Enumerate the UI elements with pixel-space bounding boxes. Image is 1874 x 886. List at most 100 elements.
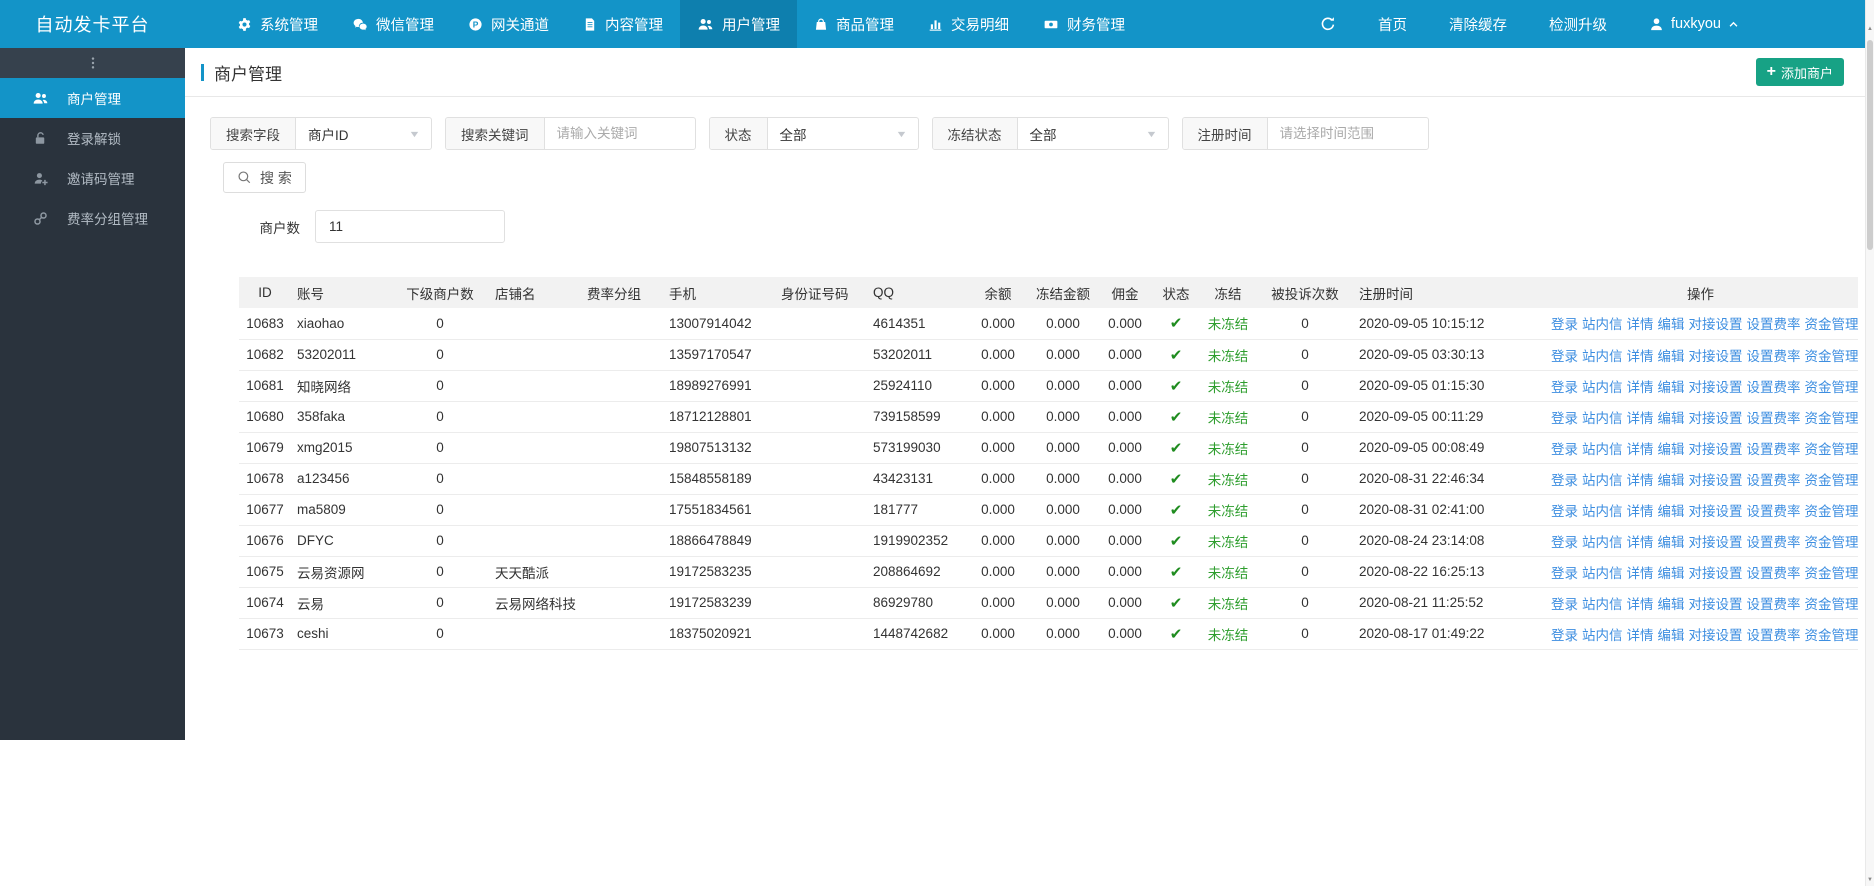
action-site-message[interactable]: 站内信 (1582, 597, 1623, 612)
freeze-status-link[interactable]: 未冻结 (1208, 442, 1249, 457)
vertical-scrollbar[interactable]: ▲ ▼ (1865, 0, 1874, 886)
sidebar-item-invite-code-management[interactable]: 邀请码管理 (0, 158, 185, 198)
scrollbar-up-icon[interactable]: ▲ (1866, 26, 1874, 32)
action-api-settings[interactable]: 对接设置 (1689, 442, 1743, 457)
action-edit[interactable]: 编辑 (1658, 504, 1685, 519)
action-funds-management[interactable]: 资金管理 (1805, 473, 1859, 488)
action-api-settings[interactable]: 对接设置 (1689, 473, 1743, 488)
action-login[interactable]: 登录 (1551, 566, 1578, 581)
action-edit[interactable]: 编辑 (1658, 535, 1685, 550)
freeze-status-link[interactable]: 未冻结 (1208, 380, 1249, 395)
scrollbar-down-icon[interactable]: ▼ (1866, 877, 1874, 883)
action-funds-management[interactable]: 资金管理 (1805, 597, 1859, 612)
action-site-message[interactable]: 站内信 (1582, 380, 1623, 395)
action-set-rate[interactable]: 设置费率 (1747, 504, 1801, 519)
register-time-input[interactable] (1267, 118, 1428, 149)
action-funds-management[interactable]: 资金管理 (1805, 628, 1859, 643)
action-api-settings[interactable]: 对接设置 (1689, 597, 1743, 612)
action-api-settings[interactable]: 对接设置 (1689, 380, 1743, 395)
freeze-status-link[interactable]: 未冻结 (1208, 504, 1249, 519)
sidebar-item-merchant-management[interactable]: 商户管理 (0, 78, 185, 118)
action-edit[interactable]: 编辑 (1658, 566, 1685, 581)
nav-link-check-upgrade[interactable]: 检测升级 (1549, 14, 1607, 35)
action-set-rate[interactable]: 设置费率 (1747, 473, 1801, 488)
action-detail[interactable]: 详情 (1627, 504, 1654, 519)
action-api-settings[interactable]: 对接设置 (1689, 535, 1743, 550)
nav-item-finance[interactable]: 财务管理 (1026, 0, 1142, 48)
action-edit[interactable]: 编辑 (1658, 442, 1685, 457)
action-api-settings[interactable]: 对接设置 (1689, 349, 1743, 364)
action-login[interactable]: 登录 (1551, 380, 1578, 395)
action-detail[interactable]: 详情 (1627, 566, 1654, 581)
nav-item-content[interactable]: 内容管理 (566, 0, 680, 48)
action-set-rate[interactable]: 设置费率 (1747, 380, 1801, 395)
action-site-message[interactable]: 站内信 (1582, 566, 1623, 581)
sidebar-collapse-toggle[interactable] (0, 48, 185, 78)
nav-item-goods[interactable]: 商品管理 (797, 0, 911, 48)
action-api-settings[interactable]: 对接设置 (1689, 411, 1743, 426)
action-site-message[interactable]: 站内信 (1582, 504, 1623, 519)
action-detail[interactable]: 详情 (1627, 628, 1654, 643)
action-funds-management[interactable]: 资金管理 (1805, 380, 1859, 395)
action-detail[interactable]: 详情 (1627, 442, 1654, 457)
nav-link-home[interactable]: 首页 (1378, 14, 1407, 35)
action-set-rate[interactable]: 设置费率 (1747, 442, 1801, 457)
action-login[interactable]: 登录 (1551, 504, 1578, 519)
refresh-icon[interactable] (1320, 16, 1336, 32)
user-menu[interactable]: fuxkyou (1649, 16, 1739, 32)
action-set-rate[interactable]: 设置费率 (1747, 317, 1801, 332)
nav-item-gateway[interactable]: P 网关通道 (451, 0, 566, 48)
action-funds-management[interactable]: 资金管理 (1805, 349, 1859, 364)
action-funds-management[interactable]: 资金管理 (1805, 411, 1859, 426)
scrollbar-thumb[interactable] (1867, 40, 1873, 250)
action-edit[interactable]: 编辑 (1658, 380, 1685, 395)
action-login[interactable]: 登录 (1551, 535, 1578, 550)
sidebar-item-login-unlock[interactable]: 登录解锁 (0, 118, 185, 158)
action-set-rate[interactable]: 设置费率 (1747, 411, 1801, 426)
action-api-settings[interactable]: 对接设置 (1689, 317, 1743, 332)
add-merchant-button[interactable]: + 添加商户 (1755, 58, 1844, 86)
action-login[interactable]: 登录 (1551, 411, 1578, 426)
status-select[interactable]: 全部 ▼ (768, 118, 918, 149)
freeze-status-link[interactable]: 未冻结 (1208, 566, 1249, 581)
action-funds-management[interactable]: 资金管理 (1805, 566, 1859, 581)
search-button[interactable]: 搜 索 (223, 162, 306, 193)
action-detail[interactable]: 详情 (1627, 349, 1654, 364)
search-keyword-input[interactable] (544, 118, 695, 149)
nav-item-wechat[interactable]: 微信管理 (335, 0, 451, 48)
action-edit[interactable]: 编辑 (1658, 597, 1685, 612)
action-site-message[interactable]: 站内信 (1582, 411, 1623, 426)
nav-item-system[interactable]: 系统管理 (220, 0, 335, 48)
action-site-message[interactable]: 站内信 (1582, 317, 1623, 332)
action-login[interactable]: 登录 (1551, 473, 1578, 488)
freeze-status-link[interactable]: 未冻结 (1208, 628, 1249, 643)
action-funds-management[interactable]: 资金管理 (1805, 535, 1859, 550)
action-edit[interactable]: 编辑 (1658, 349, 1685, 364)
action-login[interactable]: 登录 (1551, 442, 1578, 457)
nav-item-user-management[interactable]: 用户管理 (680, 0, 797, 48)
action-detail[interactable]: 详情 (1627, 411, 1654, 426)
action-set-rate[interactable]: 设置费率 (1747, 597, 1801, 612)
action-edit[interactable]: 编辑 (1658, 473, 1685, 488)
freeze-status-link[interactable]: 未冻结 (1208, 597, 1249, 612)
freeze-status-link[interactable]: 未冻结 (1208, 349, 1249, 364)
action-site-message[interactable]: 站内信 (1582, 349, 1623, 364)
action-api-settings[interactable]: 对接设置 (1689, 566, 1743, 581)
search-field-select[interactable]: 商户ID ▼ (296, 118, 431, 149)
action-site-message[interactable]: 站内信 (1582, 442, 1623, 457)
action-login[interactable]: 登录 (1551, 317, 1578, 332)
action-site-message[interactable]: 站内信 (1582, 473, 1623, 488)
action-edit[interactable]: 编辑 (1658, 411, 1685, 426)
freeze-status-link[interactable]: 未冻结 (1208, 411, 1249, 426)
action-set-rate[interactable]: 设置费率 (1747, 566, 1801, 581)
action-edit[interactable]: 编辑 (1658, 628, 1685, 643)
action-site-message[interactable]: 站内信 (1582, 628, 1623, 643)
freeze-status-select[interactable]: 全部 ▼ (1018, 118, 1168, 149)
action-detail[interactable]: 详情 (1627, 317, 1654, 332)
action-login[interactable]: 登录 (1551, 628, 1578, 643)
nav-link-clear-cache[interactable]: 清除缓存 (1449, 14, 1507, 35)
action-set-rate[interactable]: 设置费率 (1747, 628, 1801, 643)
action-detail[interactable]: 详情 (1627, 473, 1654, 488)
freeze-status-link[interactable]: 未冻结 (1208, 535, 1249, 550)
action-funds-management[interactable]: 资金管理 (1805, 442, 1859, 457)
